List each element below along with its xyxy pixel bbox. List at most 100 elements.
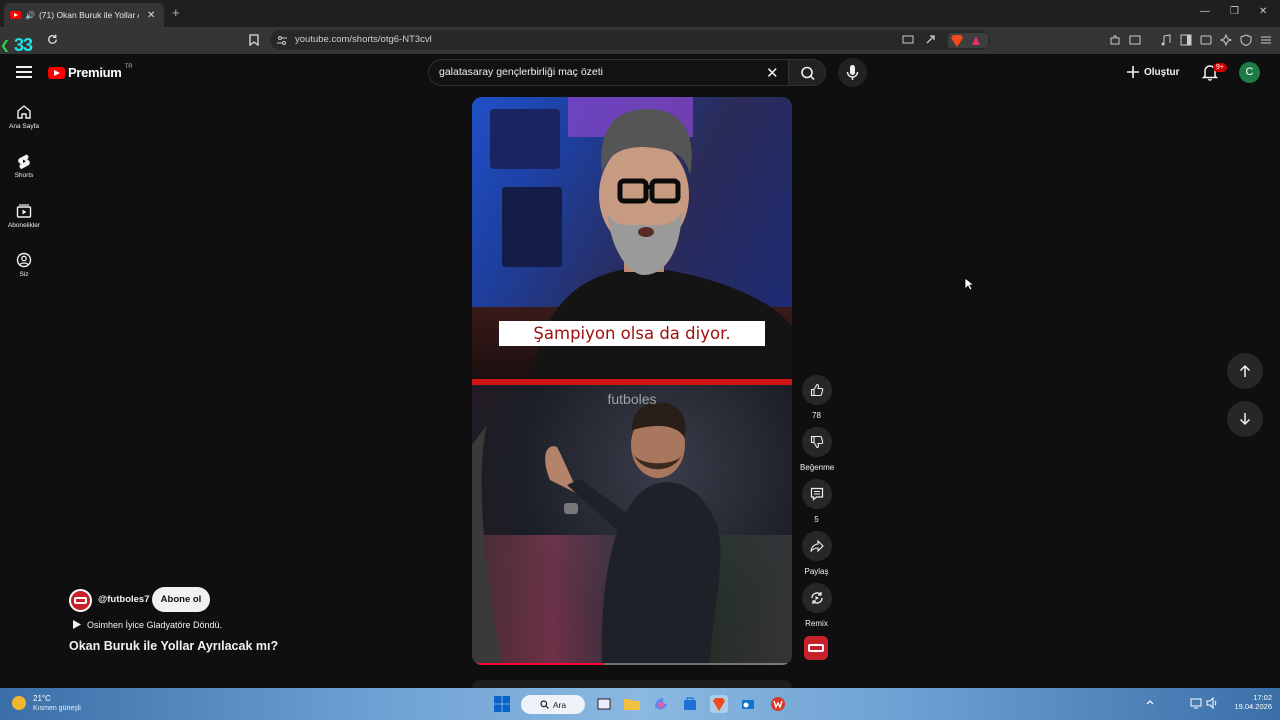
- sidebar-item-label: Shorts: [14, 172, 34, 179]
- share-page-icon[interactable]: [925, 34, 936, 45]
- bookmark-icon[interactable]: [249, 34, 259, 46]
- share-button[interactable]: Paylaş: [800, 531, 833, 576]
- sidebar-item-subscriptions[interactable]: Abonelikler: [0, 203, 48, 229]
- sidebar-item-label: Ana Sayfa: [9, 123, 39, 130]
- subscribe-button[interactable]: Abone ol: [152, 587, 210, 612]
- notification-count-badge: 9+: [1213, 63, 1227, 72]
- volume-icon[interactable]: [1206, 697, 1218, 709]
- thumbs-down-icon: [810, 435, 823, 449]
- comment-icon: [810, 487, 823, 501]
- like-button[interactable]: 78: [800, 375, 833, 420]
- channel-logo-icon: [808, 644, 824, 652]
- store-icon[interactable]: [681, 695, 699, 713]
- cast-icon[interactable]: [902, 35, 914, 45]
- coach-figure: [472, 402, 721, 665]
- wallet-icon[interactable]: [1200, 34, 1212, 46]
- windows-logo-icon: [494, 696, 510, 712]
- youtube-play-icon: [48, 66, 65, 79]
- remix-icon: [810, 592, 823, 604]
- minimize-icon[interactable]: —: [1200, 6, 1210, 17]
- reload-icon[interactable]: [46, 33, 59, 46]
- subscriptions-icon: [16, 204, 32, 218]
- vpn-icon[interactable]: [1240, 34, 1252, 46]
- mouse-cursor-icon: [964, 277, 974, 291]
- outlook-icon[interactable]: [739, 695, 757, 713]
- back-arrow-icon[interactable]: ❮: [0, 38, 10, 52]
- weather-sun-icon[interactable]: [12, 696, 26, 710]
- taskbar-search[interactable]: Ara: [521, 695, 585, 714]
- previous-short-button[interactable]: [1227, 353, 1263, 389]
- office-app-icon[interactable]: [769, 695, 787, 713]
- search-icon: [540, 700, 549, 709]
- restore-icon[interactable]: ❐: [1230, 6, 1239, 17]
- related-video-link[interactable]: Osimhen İyice Gladyatöre Döndü.: [71, 619, 222, 630]
- youtube-favicon-icon: [10, 11, 21, 19]
- thumbs-up-icon: [810, 383, 823, 397]
- new-tab-icon[interactable]: +: [172, 5, 180, 20]
- task-view-icon[interactable]: [595, 695, 613, 713]
- overlay-badge: ❮ 33: [0, 33, 44, 55]
- video-watermark: futboles: [607, 391, 657, 407]
- screenshot-icon[interactable]: [1129, 34, 1141, 46]
- channel-avatar[interactable]: [69, 589, 92, 612]
- comments-button[interactable]: 5: [800, 479, 833, 524]
- channel-name[interactable]: @futboles7: [98, 594, 150, 605]
- sidebar-item-label: Abonelikler: [7, 222, 41, 229]
- url-text[interactable]: youtube.com/shorts/otg6-NT3cvl: [295, 34, 432, 45]
- dislike-button[interactable]: Beğenme: [800, 427, 834, 472]
- share-icon: [809, 539, 824, 553]
- clear-search-icon[interactable]: ✕: [766, 64, 779, 82]
- speaker-icon[interactable]: 🔊: [25, 11, 35, 20]
- channel-thumbnail[interactable]: [804, 636, 828, 660]
- brave-browser-icon[interactable]: [710, 695, 728, 713]
- related-video-title: Osimhen İyice Gladyatöre Döndü.: [87, 619, 223, 630]
- leo-ai-icon[interactable]: [1220, 34, 1232, 46]
- brave-shields-area[interactable]: [948, 33, 988, 48]
- close-window-icon[interactable]: ✕: [1259, 6, 1267, 17]
- youtube-premium-logo[interactable]: Premium TR: [48, 64, 133, 80]
- arrow-down-icon: [1239, 413, 1251, 426]
- show-hidden-icons-icon[interactable]: [1145, 697, 1155, 707]
- next-short-preview: [472, 680, 792, 688]
- microphone-icon: [846, 65, 859, 80]
- start-button[interactable]: [493, 695, 511, 713]
- search-button[interactable]: [788, 59, 826, 86]
- browser-tab[interactable]: 🔊 (71) Okan Buruk ile Yollar Ayrı ✕: [4, 3, 164, 27]
- account-avatar[interactable]: C: [1239, 62, 1260, 83]
- network-icon[interactable]: [1190, 697, 1202, 709]
- sidebar-item-you[interactable]: Siz: [0, 252, 48, 278]
- hamburger-menu-icon[interactable]: [16, 66, 32, 78]
- comment-count: 5: [814, 515, 819, 524]
- clock-time: 17:02: [1253, 693, 1272, 702]
- copilot-icon[interactable]: [652, 695, 670, 713]
- media-icon[interactable]: [1160, 34, 1172, 46]
- video-frame-top: Şampiyon olsa da diyor.: [472, 97, 792, 380]
- extensions-icon[interactable]: [1109, 34, 1121, 46]
- clock-date: 19.04.2026: [1234, 702, 1272, 711]
- channel-logo-icon: [74, 597, 87, 604]
- weather-description: Kısmen güneşli: [33, 705, 81, 712]
- sidebar-item-home[interactable]: Ana Sayfa: [0, 104, 48, 130]
- sidebar-toggle-icon[interactable]: [1180, 34, 1192, 46]
- plus-icon: [1127, 66, 1139, 78]
- taskbar-clock[interactable]: 17:02 19.04.2026: [1222, 693, 1272, 711]
- remix-button[interactable]: Remix: [800, 583, 833, 628]
- site-settings-icon[interactable]: [277, 36, 287, 45]
- voice-search-button[interactable]: [838, 58, 867, 87]
- file-explorer-icon[interactable]: [623, 695, 641, 713]
- you-icon: [16, 252, 32, 268]
- share-label: Paylaş: [804, 567, 829, 576]
- tab-close-icon[interactable]: ✕: [147, 10, 155, 21]
- video-progress-fill: [477, 663, 605, 665]
- video-progress-bar[interactable]: [477, 663, 787, 665]
- weather-temperature[interactable]: 21°C: [33, 694, 51, 703]
- create-button[interactable]: Oluştur: [1126, 61, 1180, 83]
- next-short-button[interactable]: [1227, 401, 1263, 437]
- shorts-video-player[interactable]: Şampiyon olsa da diyor. futboles: [472, 97, 792, 665]
- play-icon: [73, 620, 81, 629]
- search-input-value[interactable]: galatasaray gençlerbirliği maç özeti: [439, 66, 603, 78]
- sidebar-item-shorts[interactable]: Shorts: [0, 153, 48, 179]
- video-title[interactable]: Okan Buruk ile Yollar Ayrılacak mı?: [69, 639, 278, 653]
- video-caption: Şampiyon olsa da diyor.: [499, 321, 765, 346]
- browser-menu-icon[interactable]: [1260, 34, 1272, 46]
